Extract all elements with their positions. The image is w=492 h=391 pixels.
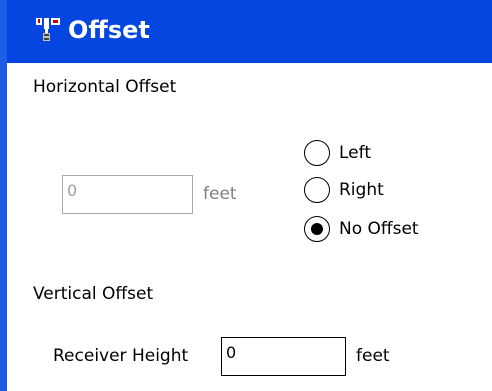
title-bar: Offset (0, 0, 492, 63)
horizontal-offset-input[interactable]: 0 (62, 175, 193, 214)
offset-window: Offset Horizontal Offset 0 feet Left Rig… (0, 0, 492, 391)
window-title: Offset (68, 16, 150, 44)
receiver-height-input[interactable]: 0 (221, 337, 346, 376)
receiver-height-label: Receiver Height (53, 346, 189, 366)
radio-left-circle (304, 140, 330, 166)
vertical-offset-label: Vertical Offset (33, 284, 154, 304)
app-device-icon (36, 18, 60, 41)
radio-left-label: Left (339, 143, 371, 163)
window-left-border (0, 0, 7, 391)
horizontal-offset-label: Horizontal Offset (33, 77, 177, 97)
radio-no-offset-label: No Offset (339, 219, 419, 239)
radio-selected-dot (311, 223, 323, 235)
radio-right-circle (304, 177, 330, 203)
vertical-unit-label: feet (356, 346, 390, 366)
horizontal-unit-label: feet (203, 184, 237, 204)
radio-no-offset-circle (304, 216, 330, 242)
radio-right-label: Right (339, 180, 384, 200)
